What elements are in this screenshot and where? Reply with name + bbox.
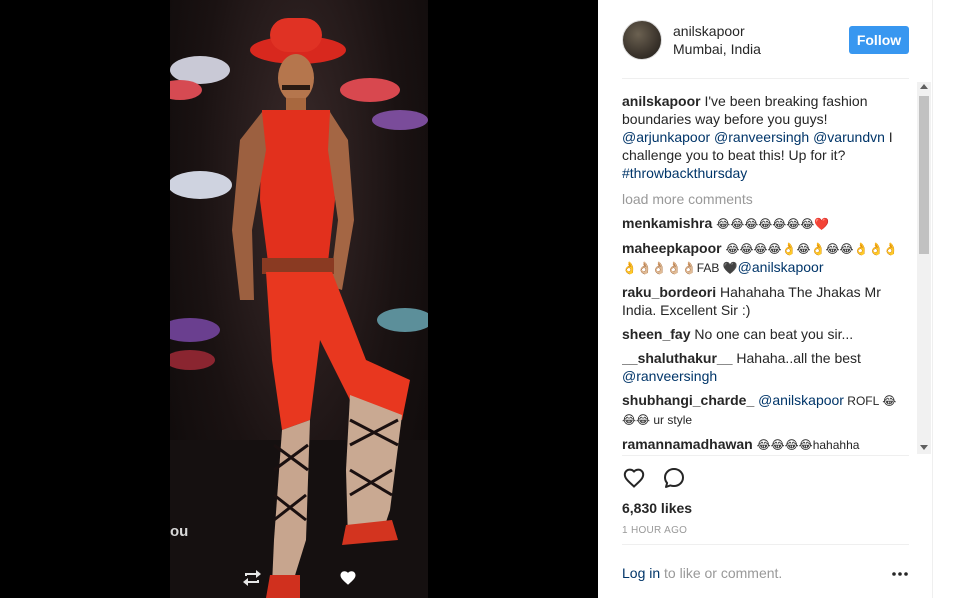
post-media[interactable]: ou xyxy=(0,0,598,598)
comment-list: anilskapoor I've been breaking fashion b… xyxy=(622,82,909,454)
comment-item: menkamishra 😂😂😂😂😂😂😂❤️ xyxy=(622,214,909,233)
scroll-down-arrow-icon[interactable] xyxy=(920,445,928,450)
speech-bubble-icon[interactable] xyxy=(662,466,686,490)
comment-item: ramannamadhawan 😂😂😂😂hahahha xyxy=(622,435,909,454)
divider xyxy=(622,455,909,456)
comment-author[interactable]: maheepkapoor xyxy=(622,240,722,256)
post-side-panel: anilskapoor Mumbai, India Follow anilska… xyxy=(598,0,933,598)
comment-mention[interactable]: @anilskapoor xyxy=(758,392,844,408)
caption-author[interactable]: anilskapoor xyxy=(622,93,701,109)
ellipsis-icon[interactable] xyxy=(892,572,908,576)
post-timestamp[interactable]: 1 HOUR AGO xyxy=(622,525,687,536)
caption-hashtag[interactable]: #throwbackthursday xyxy=(622,165,747,181)
comment-item: __shaluthakur__ Hahaha..all the best @ra… xyxy=(622,349,909,385)
comment-mention[interactable]: @ranveersingh xyxy=(622,368,717,384)
comment-mention[interactable]: @anilskapoor xyxy=(738,259,824,275)
comment-author[interactable]: menkamishra xyxy=(622,215,712,231)
comment-author[interactable]: sheen_fay xyxy=(622,326,690,342)
comment-item: maheepkapoor 😂😂😂😂👌😂👌😂😂👌👌👌👌👌🏼👌🏼👌🏼👌🏼FAB 🖤@… xyxy=(622,239,909,277)
heart-outline-icon[interactable] xyxy=(622,466,646,490)
comment-text: Hahaha..all the best xyxy=(736,350,861,366)
caption-mention-2[interactable]: @ranveersingh xyxy=(714,129,809,145)
comment-author[interactable]: ramannamadhawan xyxy=(622,436,753,452)
comment-text: 😂😂😂😂😂😂😂❤️ xyxy=(716,217,830,231)
scroll-up-arrow-icon[interactable] xyxy=(920,84,928,89)
load-more-comments-button[interactable]: load more comments xyxy=(622,190,909,208)
comment-item: raku_bordeori Hahahaha The Jhakas Mr Ind… xyxy=(622,283,909,319)
comment-author[interactable]: __shaluthakur__ xyxy=(622,350,733,366)
comment-author[interactable]: raku_bordeori xyxy=(622,284,716,300)
caption-mention-1[interactable]: @arjunkapoor xyxy=(622,129,710,145)
comment-item: sheen_fay No one can beat you sir... xyxy=(622,325,909,343)
login-prompt: Log in to like or comment. xyxy=(622,565,782,581)
comment-text: No one can beat you sir... xyxy=(694,326,854,342)
comments-scrollbar[interactable] xyxy=(917,82,931,454)
comment-author[interactable]: shubhangi_charde_ xyxy=(622,392,754,408)
heart-filled-icon[interactable] xyxy=(339,569,357,587)
login-prompt-text: to like or comment. xyxy=(660,565,783,581)
post-caption: anilskapoor I've been breaking fashion b… xyxy=(622,92,909,182)
like-count[interactable]: 6,830 likes xyxy=(622,500,692,516)
comment-text: 😂😂😂😂hahahha xyxy=(756,438,860,452)
divider xyxy=(622,78,909,79)
post-photo xyxy=(170,0,428,598)
comment-item: shubhangi_charde_ @anilskapoor ROFL 😂😂😂 … xyxy=(622,391,909,429)
repost-icon[interactable] xyxy=(241,568,263,588)
post-header: anilskapoor Mumbai, India Follow xyxy=(598,0,933,80)
divider xyxy=(622,544,909,545)
scrollbar-thumb[interactable] xyxy=(919,96,929,254)
header-location[interactable]: Mumbai, India xyxy=(673,41,761,57)
header-username[interactable]: anilskapoor xyxy=(673,23,745,39)
avatar[interactable] xyxy=(622,20,662,60)
caption-mention-3[interactable]: @varundvn xyxy=(813,129,885,145)
follow-button[interactable]: Follow xyxy=(849,26,909,54)
login-link[interactable]: Log in xyxy=(622,565,660,581)
video-overlay-text: ou xyxy=(170,523,189,540)
